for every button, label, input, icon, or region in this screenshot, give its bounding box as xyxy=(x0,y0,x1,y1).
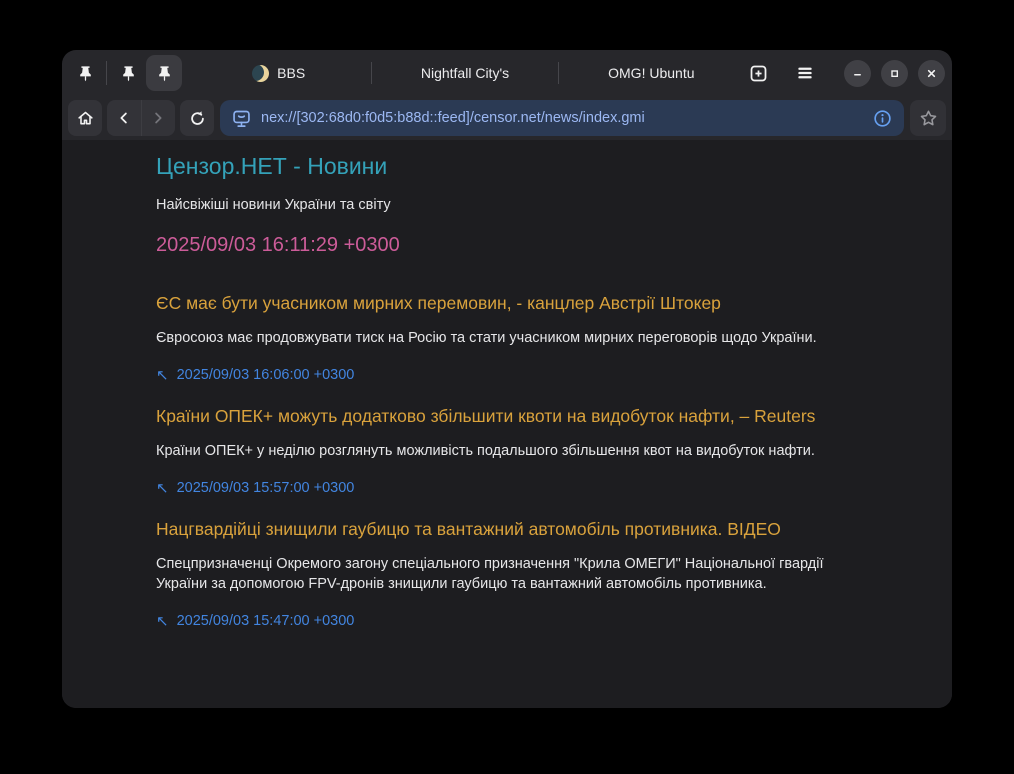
northwest-arrow-icon: ↖ xyxy=(156,368,169,383)
article-timestamp-link[interactable]: ↖ 2025/09/03 16:06:00 +0300 xyxy=(156,367,858,383)
article-summary: Країни ОПЕК+ у неділю розглянуть можливі… xyxy=(156,441,858,461)
tab-label: Nightfall City's xyxy=(421,65,509,81)
browser-window: BBS Nightfall City's OMG! Ubuntu xyxy=(62,50,952,708)
news-article: ЄС має бути учасником мирних перемовин, … xyxy=(156,293,858,383)
page-subtitle: Найсвіжіші новини України та світу xyxy=(156,197,858,213)
article-timestamp-link[interactable]: ↖ 2025/09/03 15:57:00 +0300 xyxy=(156,480,858,496)
article-summary: Спецпризначенці Окремого загону спеціаль… xyxy=(156,554,858,594)
hamburger-menu-button[interactable] xyxy=(790,58,820,88)
pinned-tab-1[interactable] xyxy=(67,55,103,91)
article-title: Нацгвардійці знищили гаубицю та вантажни… xyxy=(156,519,858,539)
reload-button[interactable] xyxy=(180,100,214,136)
tab-omg-ubuntu[interactable]: OMG! Ubuntu xyxy=(559,55,744,91)
pushpin-icon xyxy=(120,65,137,82)
back-button[interactable] xyxy=(107,100,141,136)
page-content: Цензор.НЕТ - Новини Найсвіжіші новини Ук… xyxy=(62,140,952,708)
bookmark-star-button[interactable] xyxy=(910,100,946,136)
page-info-icon[interactable] xyxy=(872,108,893,129)
tab-bbs[interactable]: BBS xyxy=(186,55,371,91)
terminal-monitor-icon xyxy=(231,108,252,129)
article-title: Країни ОПЕК+ можуть додатково збільшити … xyxy=(156,406,858,426)
article-timestamp-label: 2025/09/03 15:57:00 +0300 xyxy=(177,480,355,496)
tab-nightfall-citys[interactable]: Nightfall City's xyxy=(372,55,557,91)
tab-label: OMG! Ubuntu xyxy=(608,65,694,81)
divider xyxy=(106,61,107,85)
new-tab-button[interactable] xyxy=(744,58,772,88)
article-timestamp-label: 2025/09/03 16:06:00 +0300 xyxy=(177,367,355,383)
maximize-button[interactable] xyxy=(881,60,908,87)
navigation-bar: nex://[302:68d0:f0d5:b88d::feed]/censor.… xyxy=(62,96,952,140)
close-button[interactable] xyxy=(918,60,945,87)
pinned-tabs-group xyxy=(67,55,182,91)
northwest-arrow-icon: ↖ xyxy=(156,614,169,629)
titlebar-controls xyxy=(744,58,945,88)
tab-bar: BBS Nightfall City's OMG! Ubuntu xyxy=(62,50,952,96)
article-title: ЄС має бути учасником мирних перемовин, … xyxy=(156,293,858,313)
url-field[interactable]: nex://[302:68d0:f0d5:b88d::feed]/censor.… xyxy=(261,110,863,126)
url-bar[interactable]: nex://[302:68d0:f0d5:b88d::feed]/censor.… xyxy=(220,100,904,136)
tab-strip: BBS Nightfall City's OMG! Ubuntu xyxy=(186,50,744,96)
moon-icon xyxy=(252,65,269,82)
article-timestamp-label: 2025/09/03 15:47:00 +0300 xyxy=(177,613,355,629)
history-buttons-group xyxy=(107,100,175,136)
minimize-button[interactable] xyxy=(844,60,871,87)
pushpin-icon xyxy=(77,65,94,82)
pushpin-icon xyxy=(156,65,173,82)
forward-button[interactable] xyxy=(142,100,176,136)
pinned-tab-3-active[interactable] xyxy=(146,55,182,91)
tab-label: BBS xyxy=(277,65,305,81)
article-timestamp-link[interactable]: ↖ 2025/09/03 15:47:00 +0300 xyxy=(156,613,858,629)
page-title: Цензор.НЕТ - Новини xyxy=(156,153,858,179)
northwest-arrow-icon: ↖ xyxy=(156,481,169,496)
pinned-tab-2[interactable] xyxy=(110,55,146,91)
article-summary: Євросоюз має продовжувати тиск на Росію … xyxy=(156,328,858,348)
news-article: Нацгвардійці знищили гаубицю та вантажни… xyxy=(156,519,858,629)
home-button[interactable] xyxy=(68,100,102,136)
news-article: Країни ОПЕК+ можуть додатково збільшити … xyxy=(156,406,858,496)
feed-timestamp-heading: 2025/09/03 16:11:29 +0300 xyxy=(156,234,858,256)
